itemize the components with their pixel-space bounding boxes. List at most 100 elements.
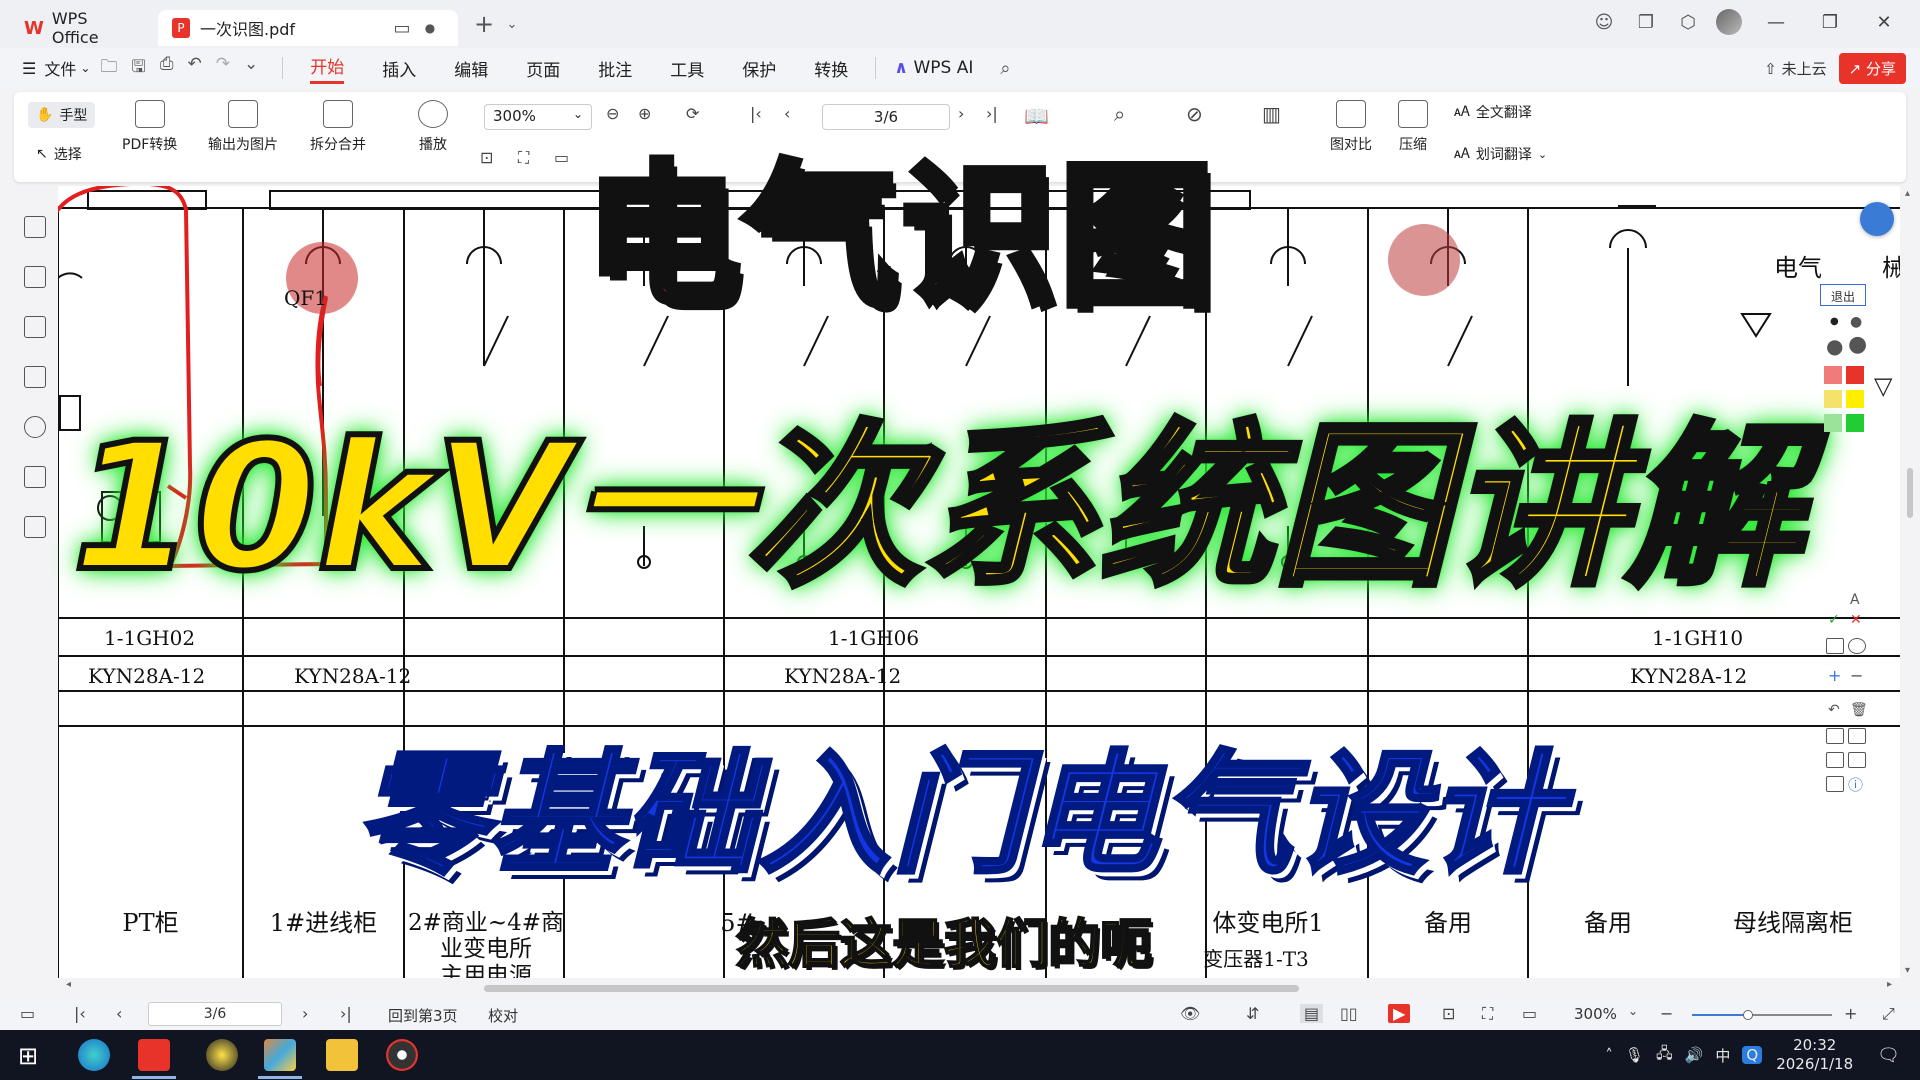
color-swatch-light-green[interactable] (1824, 414, 1842, 432)
menu-item-protect[interactable]: 保护 (742, 56, 776, 81)
share-button[interactable]: ↗ 分享 (1838, 53, 1906, 84)
select-tool-button[interactable]: ↖ 选择 (36, 144, 82, 164)
monitor-icon[interactable]: ▭ (388, 14, 416, 42)
next-page-icon[interactable]: › (302, 1004, 308, 1023)
sidebar-toggle-icon[interactable]: ▭ (20, 1004, 35, 1023)
print-icon[interactable]: ⎙ (160, 54, 174, 83)
hand-tool-button[interactable]: ✋ 手型 (28, 102, 96, 128)
fit-page-icon[interactable]: ⛶ (1482, 1004, 1493, 1024)
color-swatch-light-yellow[interactable] (1824, 390, 1842, 408)
menu-item-wps-ai[interactable]: ∧ WPS AI (894, 58, 973, 78)
app-tray-icon[interactable]: Q (1742, 1046, 1763, 1064)
vertical-scroll-thumb[interactable] (1907, 468, 1913, 518)
color-swatch-light-red[interactable] (1824, 366, 1842, 384)
file-menu[interactable]: 文件 (44, 56, 76, 80)
menu-item-comment[interactable]: 批注 (598, 56, 632, 81)
avatar[interactable] (1716, 9, 1742, 35)
zoom-slider[interactable] (1692, 1010, 1832, 1020)
outline-icon[interactable] (24, 216, 46, 238)
proofread-button[interactable]: 校对 (488, 1005, 518, 1026)
menu-item-insert[interactable]: 插入 (382, 56, 416, 81)
volume-icon[interactable]: 🔊 (1685, 1046, 1704, 1064)
continuous-scroll-icon[interactable]: ⇵ (1246, 1004, 1259, 1023)
print-icon[interactable] (1826, 752, 1844, 768)
filter-funnel-icon[interactable]: ▽ (1874, 372, 1892, 400)
floating-assistant-button[interactable] (1860, 202, 1894, 236)
screen-recorder-icon[interactable] (386, 1039, 418, 1071)
color-swatch-yellow[interactable] (1846, 390, 1864, 408)
menu-item-tools[interactable]: 工具 (670, 56, 704, 81)
menu-item-page[interactable]: 页面 (526, 56, 560, 81)
scroll-down-icon[interactable]: ▾ (1905, 965, 1910, 976)
page-icon[interactable] (1826, 728, 1844, 744)
windows-start-icon[interactable]: ⊞ (18, 1042, 38, 1070)
copy-icon[interactable] (1848, 728, 1866, 744)
fit-page-icon[interactable]: ⛶ (518, 148, 529, 168)
menu-item-convert[interactable]: 转换 (814, 56, 848, 81)
save-icon[interactable] (1848, 752, 1866, 768)
text-tool-icon[interactable]: A (1850, 592, 1860, 608)
back-to-page-link[interactable]: 回到第3页 (388, 1005, 458, 1026)
horizontal-scroll-thumb[interactable] (484, 985, 1299, 992)
assistant-icon[interactable]: ☺ (1590, 8, 1618, 36)
scroll-right-icon[interactable]: ▸ (1887, 979, 1892, 990)
vertical-scrollbar[interactable]: ▴ ▾ (1900, 186, 1920, 980)
chart-tool-icon[interactable]: ▥ (1262, 102, 1281, 126)
color-swatch-green[interactable] (1846, 414, 1864, 432)
thumbnail-icon[interactable] (24, 316, 46, 338)
system-clock[interactable]: 20:32 2026/1/18 (1776, 1036, 1853, 1074)
menu-item-home[interactable]: 开始 (310, 53, 345, 84)
compare-button[interactable]: 图对比 (1330, 100, 1372, 154)
export-image-button[interactable]: 输出为图片 (208, 100, 278, 154)
fit-width-icon[interactable]: ⊡ (1442, 1004, 1455, 1023)
fit-width-icon[interactable]: ⊡ (480, 148, 493, 167)
compress-button[interactable]: 压缩 (1398, 100, 1428, 154)
bookmark-icon[interactable] (24, 266, 46, 288)
undo-icon[interactable]: ↶ (188, 54, 202, 83)
restore-button[interactable]: ❐ (1810, 12, 1850, 33)
first-page-icon[interactable]: |‹ (74, 1004, 86, 1023)
color-swatch-red[interactable] (1846, 366, 1864, 384)
scroll-up-icon[interactable]: ▴ (1905, 188, 1910, 199)
scroll-left-icon[interactable]: ◂ (66, 979, 71, 990)
attachment-icon[interactable] (24, 416, 46, 438)
file-explorer-icon[interactable] (326, 1039, 358, 1071)
redo-icon[interactable]: ↷ (216, 54, 230, 83)
layers-icon[interactable] (24, 516, 46, 538)
horizontal-scrollbar[interactable]: ◂ ▸ (58, 979, 1900, 996)
double-page-view-icon[interactable]: ▯▯ (1340, 1004, 1358, 1023)
xlarge-dot-icon[interactable]: ● (1848, 332, 1867, 357)
tab-wps-office[interactable]: W WPS Office (10, 9, 148, 47)
word-translate-button[interactable]: 🗚 划词翻译 ⌄ (1454, 144, 1547, 164)
notification-icon[interactable]: 🗨 (1877, 1045, 1900, 1066)
menu-item-edit[interactable]: 编辑 (454, 56, 488, 81)
media-player-icon[interactable] (206, 1039, 238, 1071)
prev-page-icon[interactable]: ‹ (116, 1004, 122, 1023)
image-viewer-icon[interactable] (264, 1039, 296, 1071)
search-icon[interactable]: ⌕ (1000, 58, 1010, 79)
network-icon[interactable]: 🖧 (1656, 1043, 1673, 1068)
exit-button[interactable]: 退出 (1820, 284, 1866, 306)
medium-dot-icon[interactable]: ● (1850, 314, 1862, 330)
split-merge-button[interactable]: 拆分合并 (310, 100, 366, 154)
eye-protection-icon[interactable]: 👁 (1180, 1004, 1200, 1023)
tray-expand-icon[interactable]: ˄ (1605, 1046, 1613, 1064)
play-slideshow-icon[interactable]: ▶ (1388, 1004, 1411, 1023)
status-page-input[interactable]: 3/6 (148, 1002, 282, 1026)
last-page-icon[interactable]: ›| (340, 1004, 352, 1023)
single-page-view-icon[interactable]: ▤ (1300, 1004, 1324, 1023)
info-icon[interactable]: ⓘ (1848, 774, 1863, 795)
cross-icon[interactable]: ✕ (1850, 612, 1862, 628)
pdf-convert-button[interactable]: PDF转换 (122, 100, 177, 154)
chevron-down-icon[interactable]: ⌄ (1628, 1004, 1638, 1018)
zoom-in-icon[interactable]: + (1844, 1004, 1857, 1023)
trash-icon[interactable]: 🗑 (1850, 702, 1868, 718)
window-layout-icon[interactable]: ❐ (1632, 8, 1660, 36)
rectangle-tool-icon[interactable] (1826, 638, 1844, 654)
cloud-status[interactable]: ⇧ 未上云 (1764, 58, 1826, 79)
plus-icon[interactable]: + (1828, 666, 1841, 685)
fullscreen-icon[interactable]: ⤢ (1882, 1004, 1895, 1024)
actual-size-icon[interactable]: ▭ (1522, 1004, 1537, 1023)
tab-list-chevron-icon[interactable]: ⌄ (498, 10, 526, 38)
save-icon[interactable]: 🖫 (131, 54, 145, 83)
